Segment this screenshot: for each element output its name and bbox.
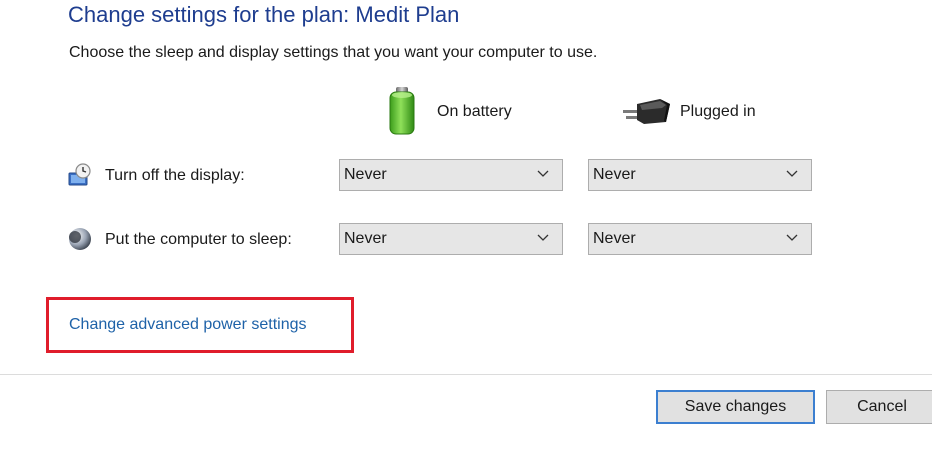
sleep-label: Put the computer to sleep:: [105, 231, 292, 248]
turn-off-display-label: Turn off the display:: [105, 167, 245, 184]
power-plan-settings-page: Change settings for the plan: Medit Plan…: [0, 0, 932, 467]
chevron-down-icon: [786, 234, 798, 241]
page-title: Change settings for the plan: Medit Plan: [68, 2, 460, 27]
chevron-down-icon: [786, 170, 798, 177]
display-timer-icon: [68, 163, 91, 186]
display-plugged-select[interactable]: Never: [588, 159, 812, 191]
display-battery-select[interactable]: Never: [339, 159, 563, 191]
sleep-plugged-select[interactable]: Never: [588, 223, 812, 255]
cancel-button[interactable]: Cancel: [826, 390, 932, 424]
advanced-power-settings-link[interactable]: Change advanced power settings: [69, 316, 307, 334]
page-subtitle: Choose the sleep and display settings th…: [69, 44, 598, 61]
sleep-battery-select[interactable]: Never: [339, 223, 563, 255]
plug-icon: [623, 99, 670, 124]
sleep-moon-icon: [69, 228, 91, 250]
chevron-down-icon: [537, 170, 549, 177]
chevron-down-icon: [537, 234, 549, 241]
on-battery-label: On battery: [437, 103, 512, 120]
display-battery-value: Never: [344, 166, 387, 183]
sleep-plugged-value: Never: [593, 230, 636, 247]
sleep-battery-value: Never: [344, 230, 387, 247]
display-plugged-value: Never: [593, 166, 636, 183]
footer-divider: [0, 374, 932, 375]
plugged-in-label: Plugged in: [680, 103, 756, 120]
battery-icon: [389, 87, 415, 135]
save-changes-button[interactable]: Save changes: [656, 390, 815, 424]
